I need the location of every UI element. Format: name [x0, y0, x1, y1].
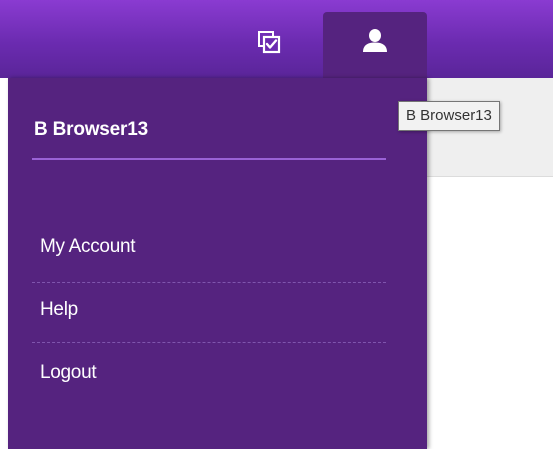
top-navigation-bar: [0, 0, 553, 78]
tasks-button[interactable]: [250, 24, 290, 64]
menu-divider: [32, 342, 386, 343]
user-menu-button[interactable]: [323, 12, 427, 78]
menu-item-help[interactable]: Help: [40, 299, 386, 321]
dropdown-username: B Browser13: [34, 119, 148, 140]
checkbox-tasks-icon: [257, 30, 283, 59]
menu-item-logout[interactable]: Logout: [40, 362, 386, 384]
menu-divider: [32, 282, 386, 283]
username-divider: [32, 158, 386, 160]
username-tooltip: B Browser13: [398, 101, 500, 131]
user-silhouette-icon: [362, 28, 388, 57]
menu-item-my-account[interactable]: My Account: [40, 236, 386, 258]
